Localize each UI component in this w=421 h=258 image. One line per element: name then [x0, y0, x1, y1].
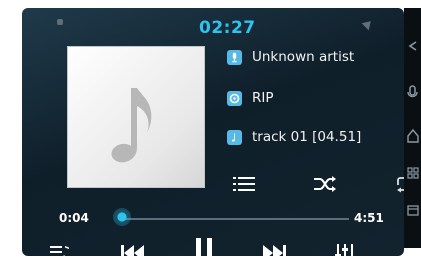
window-icon[interactable] — [407, 205, 419, 216]
music-note-icon — [111, 88, 152, 163]
playlist-icon — [233, 177, 255, 191]
seek-bar[interactable] — [119, 218, 349, 220]
album-label: RIP — [252, 90, 274, 106]
elapsed-time: 0:04 — [59, 211, 89, 225]
shuffle-button[interactable] — [313, 175, 337, 193]
queue-icon — [50, 246, 69, 256]
next-button[interactable] — [262, 244, 286, 256]
shuffle-icon — [314, 176, 336, 192]
next-icon — [263, 245, 286, 256]
home-icon[interactable] — [407, 128, 419, 143]
previous-button[interactable] — [121, 244, 145, 256]
seek-handle[interactable] — [113, 208, 132, 226]
album-art — [67, 46, 205, 188]
artist-row: Unknown artist — [227, 46, 354, 68]
queue-button[interactable] — [50, 244, 70, 256]
status-indicator — [57, 19, 63, 25]
apps-icon[interactable] — [407, 167, 419, 179]
track-icon — [227, 129, 242, 145]
previous-icon — [121, 245, 144, 256]
equalizer-button[interactable] — [335, 244, 355, 256]
track-controls — [233, 175, 404, 193]
disc-icon — [227, 90, 242, 106]
title-row: track 01 [04.51] — [227, 126, 361, 148]
pause-button[interactable] — [195, 238, 213, 256]
title-label: track 01 [04.51] — [252, 129, 362, 145]
system-nav-bar — [404, 8, 421, 248]
repeat-button[interactable] — [395, 175, 404, 193]
status-clock: 02:27 — [199, 18, 256, 38]
mic-nav-icon[interactable] — [407, 85, 418, 98]
bottom-controls — [22, 238, 404, 256]
album-row: RIP — [227, 87, 274, 109]
signal-icon — [361, 17, 375, 31]
duration-time: 4:51 — [354, 211, 384, 225]
player-screen: 02:27 Unknown artist RIP track 01 [04.51… — [22, 8, 404, 256]
artist-label: Unknown artist — [252, 49, 355, 65]
pause-icon — [196, 238, 212, 256]
playlist-button[interactable] — [233, 175, 255, 193]
back-icon[interactable] — [408, 41, 417, 51]
repeat-icon — [397, 177, 404, 193]
mic-icon — [227, 49, 242, 65]
equalizer-icon — [335, 244, 353, 256]
